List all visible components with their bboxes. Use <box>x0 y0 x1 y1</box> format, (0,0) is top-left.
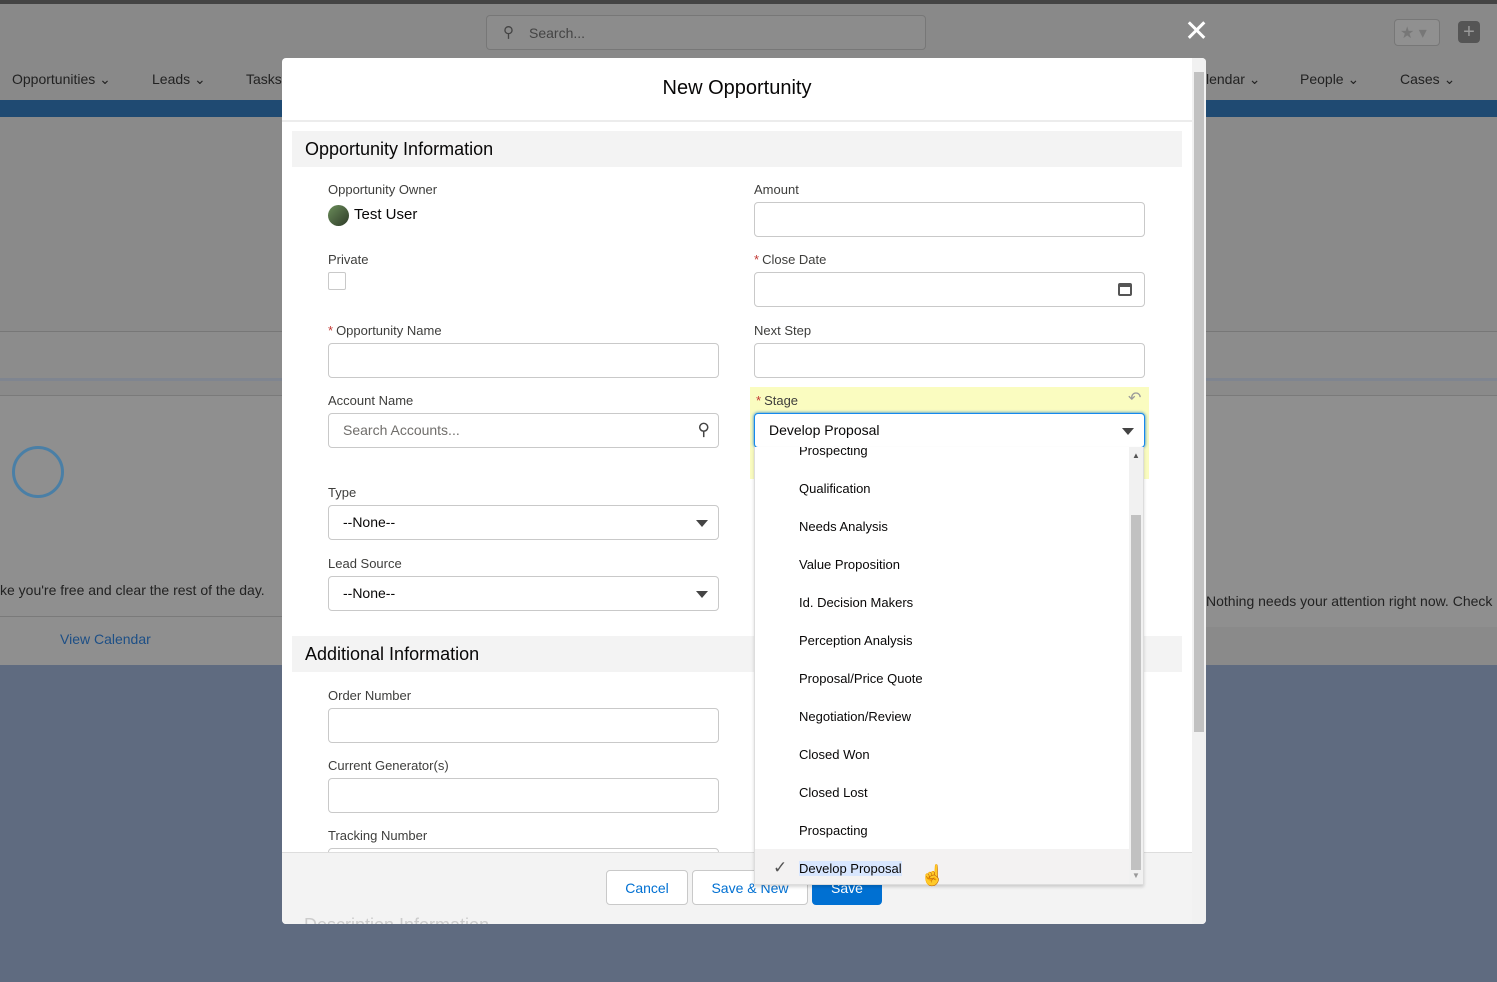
chevron-down-icon <box>696 591 708 598</box>
tasks-card: Nothing needs your attention right now. … <box>1206 395 1497 627</box>
stage-option-label: Negotiation/Review <box>799 709 912 724</box>
lead-source-select[interactable]: --None-- <box>328 576 719 611</box>
undo-icon[interactable]: ↶ <box>1128 388 1141 408</box>
stage-option[interactable]: Prospacting <box>755 811 1129 849</box>
tracking-number-label: Tracking Number <box>328 828 428 843</box>
stage-option[interactable]: Closed Won <box>755 735 1129 773</box>
next-step-input[interactable] <box>754 343 1145 378</box>
stage-option-label: Develop Proposal <box>799 861 902 876</box>
search-placeholder: Search... <box>529 25 586 41</box>
cancel-button[interactable]: Cancel <box>606 870 688 905</box>
nav-cases[interactable]: Cases ⌄ <box>1400 71 1455 88</box>
stage-option-label: Closed Won <box>799 747 870 762</box>
close-date-input[interactable] <box>754 272 1145 307</box>
current-generators-label: Current Generator(s) <box>328 758 449 773</box>
calendar-card-text: ke you're free and clear the rest of the… <box>0 582 265 598</box>
stage-option-label: Value Proposition <box>799 557 900 572</box>
account-label: Account Name <box>328 393 414 408</box>
opportunity-name-input[interactable] <box>328 343 719 378</box>
nav-people[interactable]: People ⌄ <box>1300 71 1359 88</box>
check-icon: ✓ <box>773 858 788 877</box>
lead-source-label: Lead Source <box>328 556 402 571</box>
next-step-label: Next Step <box>754 323 812 338</box>
search-icon: ⚲ <box>503 24 514 41</box>
owner-value[interactable]: Test User <box>354 206 417 223</box>
stage-option-label: Perception Analysis <box>799 633 913 648</box>
stage-option-label: Closed Lost <box>799 785 868 800</box>
dropdown-scrollbar[interactable]: ▲ ▼ <box>1129 447 1143 884</box>
name-label: Opportunity Name <box>336 323 442 338</box>
current-generators-input[interactable] <box>328 778 719 813</box>
stage-select[interactable]: Develop Proposal <box>754 413 1145 448</box>
stage-option[interactable]: Prospecting <box>755 447 1129 469</box>
chevron-down-icon <box>696 520 708 527</box>
stage-option-label: Qualification <box>799 481 871 496</box>
type-select[interactable]: --None-- <box>328 505 719 540</box>
calendar-card: ke you're free and clear the rest of the… <box>0 395 282 665</box>
stage-option[interactable]: Closed Lost <box>755 773 1129 811</box>
search-icon: ⚲ <box>697 420 710 439</box>
stage-option-label: Proposal/Price Quote <box>799 671 923 686</box>
avatar <box>328 205 349 226</box>
global-search[interactable]: ⚲ Search... <box>486 15 926 50</box>
order-number-input[interactable] <box>328 708 719 743</box>
favorites-star-icon[interactable]: ★ ▾ <box>1394 19 1440 46</box>
stage-option[interactable]: Proposal/Price Quote <box>755 659 1129 697</box>
private-label: Private <box>328 252 369 267</box>
order-number-label: Order Number <box>328 688 412 703</box>
nav-tasks[interactable]: Tasks <box>246 71 282 87</box>
stage-option-label: Prospecting <box>799 447 868 458</box>
modal-scrollbar[interactable] <box>1192 58 1206 924</box>
private-checkbox[interactable] <box>328 272 346 290</box>
stage-option[interactable]: Id. Decision Makers <box>755 583 1129 621</box>
stage-option[interactable]: Value Proposition <box>755 545 1129 583</box>
view-calendar-link[interactable]: View Calendar <box>60 631 151 647</box>
section-description-information: Description Information <box>304 915 489 924</box>
new-opportunity-modal: New Opportunity Opportunity Information … <box>282 58 1206 924</box>
stage-option-label: Needs Analysis <box>799 519 888 534</box>
stage-label: Stage <box>764 393 799 408</box>
amount-input[interactable] <box>754 202 1145 237</box>
stage-option-label: Prospacting <box>799 823 868 838</box>
stage-dropdown-list: Prospecting Qualification Needs Analysis Va… <box>754 447 1144 885</box>
close-date-label: Close Date <box>762 252 827 267</box>
account-search-input[interactable]: Search Accounts... ⚲ <box>328 413 719 448</box>
type-label: Type <box>328 485 357 500</box>
amount-label: Amount <box>754 182 799 197</box>
section-opportunity-information[interactable]: Opportunity Information <box>292 131 1182 167</box>
hand-cursor-icon: ☝ <box>920 865 945 887</box>
owner-label: Opportunity Owner <box>328 182 438 197</box>
stage-option[interactable]: Negotiation/Review <box>755 697 1129 735</box>
add-icon[interactable]: + <box>1458 21 1480 43</box>
close-icon[interactable]: ✕ <box>1184 17 1209 47</box>
sun-illustration <box>12 446 64 498</box>
nav-leads[interactable]: Leads ⌄ <box>152 71 206 88</box>
nav-calendar[interactable]: lendar ⌄ <box>1206 71 1261 88</box>
stage-option[interactable]: Perception Analysis <box>755 621 1129 659</box>
nav-opportunities[interactable]: Opportunities ⌄ <box>12 71 111 88</box>
modal-title: New Opportunity <box>282 58 1192 122</box>
tasks-card-text: Nothing needs your attention right now. … <box>1206 593 1493 609</box>
chevron-down-icon <box>1122 428 1134 435</box>
stage-option[interactable]: Qualification <box>755 469 1129 507</box>
stage-option[interactable]: Needs Analysis <box>755 507 1129 545</box>
calendar-icon[interactable] <box>1118 283 1132 296</box>
stage-option-label: Id. Decision Makers <box>799 595 914 610</box>
